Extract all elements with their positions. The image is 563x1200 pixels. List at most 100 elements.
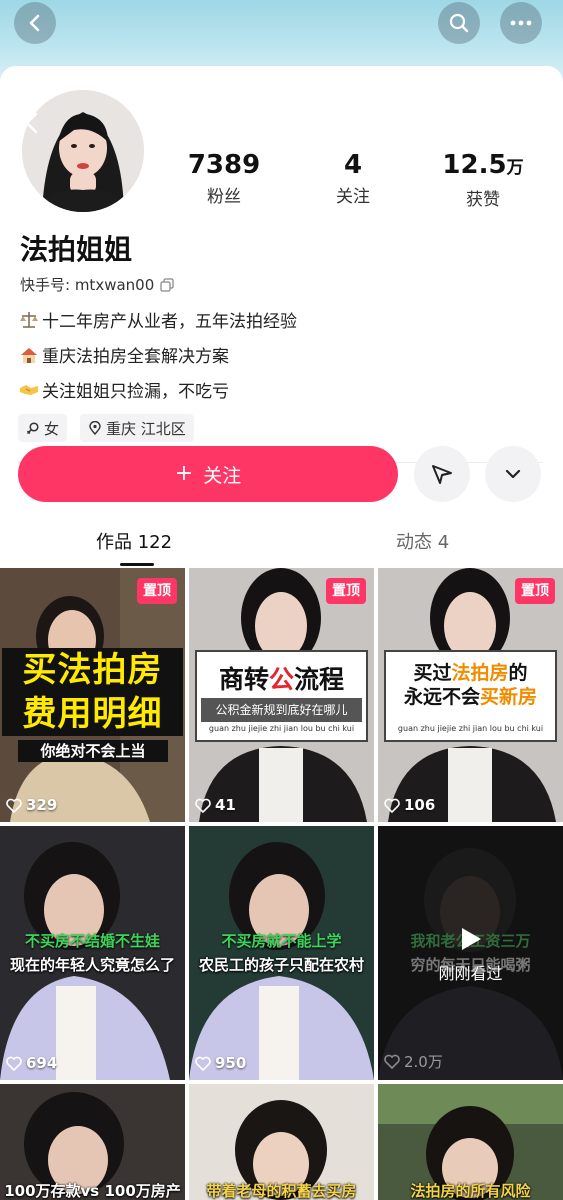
like-count: 950 <box>195 1054 246 1072</box>
send-icon <box>432 465 452 484</box>
video-caption: 费用明细 <box>2 692 183 736</box>
tab-active-indicator <box>120 563 154 566</box>
more-button[interactable] <box>500 2 542 44</box>
pinned-badge: 置顶 <box>137 578 177 604</box>
video-card[interactable]: 100万存款vs 100万房产 <box>0 1084 185 1200</box>
bio-line-1: 十二年房产从业者，五年法拍经验 <box>18 307 297 332</box>
heart-icon <box>6 798 22 813</box>
caption-part: 永远不会 <box>403 686 480 708</box>
pinned-badge: 置顶 <box>515 578 555 604</box>
search-button[interactable] <box>438 2 480 44</box>
back-button[interactable] <box>14 2 56 44</box>
gender-text: 女 <box>44 419 60 438</box>
video-thumbnail <box>189 826 374 1080</box>
share-button[interactable] <box>414 446 470 502</box>
caption-part: 买过 <box>413 662 452 684</box>
video-card[interactable]: 不买房不结婚不生娃 现在的年轻人究竟怎么了 694 <box>0 826 185 1080</box>
following-count: 4 <box>343 150 363 180</box>
expand-button[interactable] <box>485 446 541 502</box>
video-caption: 带着老母的积蓄去买房 <box>206 1182 357 1200</box>
video-caption: 买法拍房 <box>2 648 183 692</box>
bio-text-1: 十二年房产从业者，五年法拍经验 <box>42 312 297 332</box>
like-count: 106 <box>384 796 435 814</box>
tab-moments[interactable]: 动态 4 <box>396 528 449 554</box>
handshake-icon <box>18 379 40 401</box>
like-count: 2.0万 <box>384 1051 443 1072</box>
video-caption-box: 买过法拍房的 永远不会买新房 guan zhu jiejie zhi jian … <box>384 650 557 742</box>
like-count: 41 <box>195 796 236 814</box>
bio-line-2: 重庆法拍房全套解决方案 <box>18 342 229 367</box>
kuaishou-id-text: 快手号: mtxwan00 <box>20 276 155 294</box>
video-caption: 你绝对不会上当 <box>18 740 168 762</box>
video-subcaption: 公积金新规到底好在哪儿 <box>201 698 362 722</box>
video-card[interactable]: 置顶 商转公流程 公积金新规到底好在哪儿 guan zhu jiejie zhi… <box>189 568 374 822</box>
bio-line-3: 关注姐姐只捡漏，不吃亏 <box>18 377 229 402</box>
video-card[interactable]: 置顶 买法拍房 费用明细 你绝对不会上当 329 <box>0 568 185 822</box>
watched-label: 刚刚看过 <box>438 964 503 983</box>
heart-icon <box>195 798 211 813</box>
video-card[interactable]: 法拍房的所有风险 <box>378 1084 563 1200</box>
caption-part: 的 <box>508 662 528 684</box>
chevron-down-icon <box>505 469 521 479</box>
caption-part-accent: 公 <box>268 665 294 694</box>
location-chip: 重庆 江北区 <box>80 414 194 442</box>
close-icon[interactable] <box>14 110 40 136</box>
caption-part-accent: 买新房 <box>480 686 538 708</box>
chevron-left-icon <box>29 14 40 32</box>
video-card[interactable]: 我和老公工资三万 穷的每天只能喝粥 刚刚看过 2.0万 <box>378 826 563 1080</box>
video-pinyin: guan zhu jiejie zhi jian lou bu chi kui <box>208 724 355 733</box>
plus-icon: + <box>174 461 194 486</box>
likes-label: 获赞 <box>466 190 500 210</box>
video-card[interactable]: 带着老母的积蓄去买房 <box>189 1084 374 1200</box>
stat-likes[interactable]: 12.5万 获赞 <box>423 150 543 210</box>
profile-name: 法拍姐姐 <box>20 233 133 266</box>
video-pinyin: guan zhu jiejie zhi jian lou bu chi kui <box>397 724 544 733</box>
video-grid: 置顶 买法拍房 费用明细 你绝对不会上当 329 置顶 商转公流程 公积金新规到… <box>0 568 563 1200</box>
following-label: 关注 <box>336 187 370 207</box>
video-thumbnail <box>0 826 185 1080</box>
likes-count: 12.5万 <box>423 150 543 183</box>
likes-count-value: 12.5 <box>442 150 507 180</box>
copy-icon[interactable] <box>160 277 174 292</box>
caption-part: 流程 <box>294 665 345 694</box>
like-count: 329 <box>6 796 57 814</box>
bio-text-3: 关注姐姐只捡漏，不吃亏 <box>42 382 229 402</box>
kuaishou-id: 快手号: mtxwan00 <box>20 274 174 295</box>
like-count-text: 41 <box>215 796 236 814</box>
video-caption: 100万存款vs 100万房产 <box>4 1182 181 1200</box>
profile-card: 7389 粉丝 4 关注 12.5万 获赞 法拍姐姐 快手号: mtxwan00… <box>0 66 563 571</box>
video-card[interactable]: 不买房就不能上学 农民工的孩子只配在农村 950 <box>189 826 374 1080</box>
video-caption: 不买房不结婚不生娃 <box>24 932 160 950</box>
video-caption: 买过法拍房的 <box>386 658 555 685</box>
likes-count-unit: 万 <box>506 158 524 178</box>
location-text: 重庆 江北区 <box>106 419 186 438</box>
follow-label: 关注 <box>203 464 242 487</box>
play-icon <box>461 928 481 950</box>
gender-chip: 女 <box>18 414 68 442</box>
location-pin-icon <box>89 421 101 435</box>
stat-fans[interactable]: 7389 粉丝 <box>164 150 284 207</box>
heart-icon <box>6 1056 22 1071</box>
like-count-text: 2.0万 <box>404 1053 443 1071</box>
stats-row: 7389 粉丝 4 关注 12.5万 获赞 <box>0 150 563 220</box>
female-icon <box>26 422 39 435</box>
stat-following[interactable]: 4 关注 <box>293 150 413 207</box>
video-caption: 不买房就不能上学 <box>221 932 342 950</box>
heart-icon <box>384 1054 400 1069</box>
pinned-badge: 置顶 <box>326 578 366 604</box>
video-caption: 商转公流程 <box>197 660 366 696</box>
video-card[interactable]: 置顶 买过法拍房的 永远不会买新房 guan zhu jiejie zhi ji… <box>378 568 563 822</box>
heart-icon <box>384 798 400 813</box>
caption-part: 商转 <box>218 665 269 694</box>
scales-icon <box>18 309 40 331</box>
house-icon <box>18 344 40 366</box>
like-count-text: 950 <box>215 1054 247 1072</box>
video-caption: 现在的年轻人究竟怎么了 <box>9 956 175 974</box>
follow-button[interactable]: + 关注 <box>18 446 398 502</box>
video-caption: 农民工的孩子只配在农村 <box>198 956 364 974</box>
tab-works[interactable]: 作品 122 <box>96 528 172 554</box>
video-caption-box: 商转公流程 公积金新规到底好在哪儿 guan zhu jiejie zhi ji… <box>195 650 368 742</box>
caption-part-accent: 法拍房 <box>451 662 509 684</box>
video-caption: 法拍房的所有风险 <box>410 1182 531 1200</box>
fans-count: 7389 <box>187 150 261 180</box>
